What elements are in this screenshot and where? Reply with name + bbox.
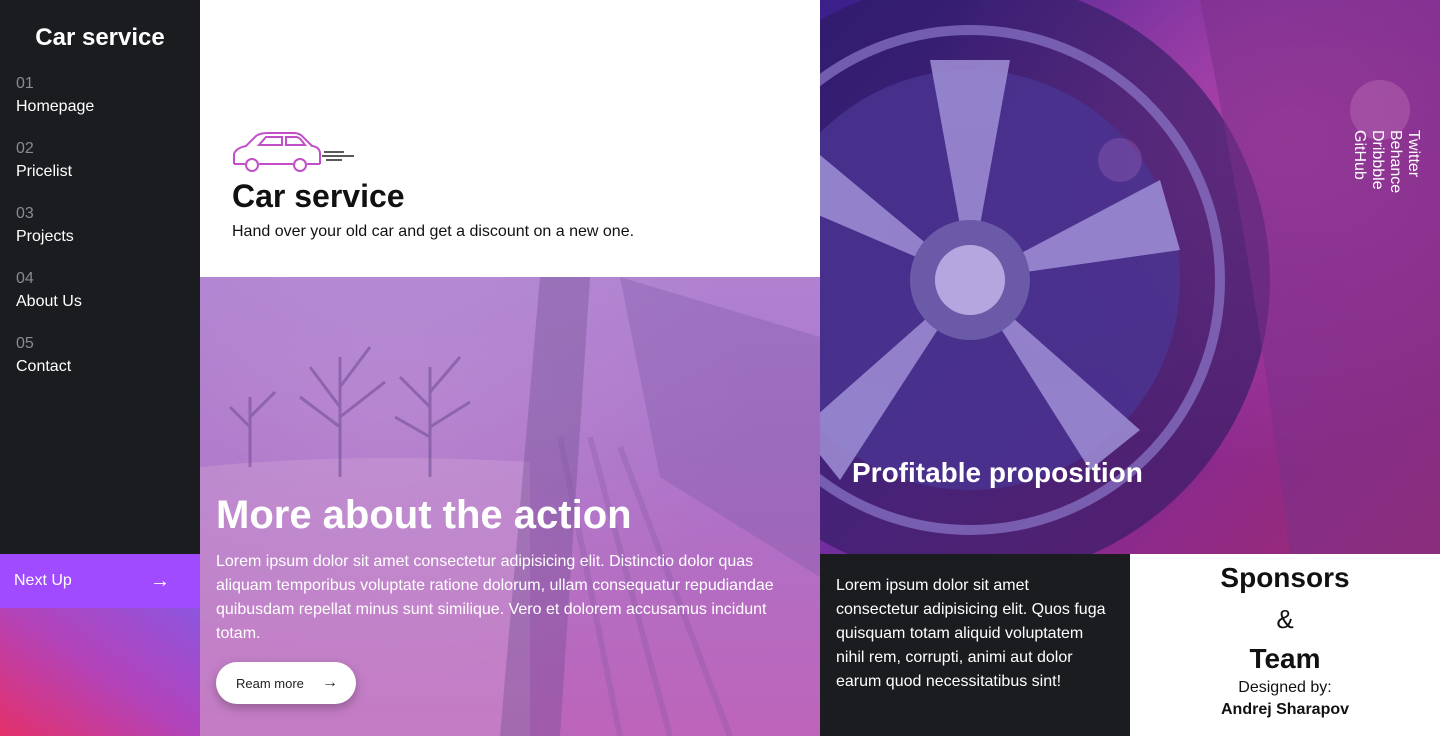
action-section: More about the action Lorem ipsum dolor … (200, 277, 820, 736)
action-text: Lorem ipsum dolor sit amet consectetur a… (216, 553, 774, 642)
read-more-button[interactable]: Ream more → (216, 662, 356, 704)
info-text: Lorem ipsum dolor sit amet consectetur a… (836, 577, 1106, 690)
gradient-block (0, 608, 200, 736)
nav-label: Pricelist (16, 163, 73, 180)
sidebar-item-projects[interactable]: 03 Projects (0, 192, 200, 257)
author-name[interactable]: Andrej Sharapov (1130, 701, 1440, 719)
sponsors-section: Sponsors & Team Designed by: Andrej Shar… (1130, 554, 1440, 736)
action-title: More about the action (216, 493, 632, 537)
next-up-label: Next Up (14, 572, 72, 589)
proposition-title: Profitable proposition (852, 457, 1143, 488)
read-more-label: Ream more (236, 675, 304, 691)
info-text-block: Lorem ipsum dolor sit amet consectetur a… (820, 554, 1130, 736)
arrow-right-icon: → (150, 569, 170, 592)
hero-subtitle: Hand over your old car and get a discoun… (232, 223, 635, 240)
hero-title: Car service (232, 178, 405, 214)
social-link-dribbble[interactable]: Dribbble (1368, 130, 1386, 193)
car-icon (233, 132, 354, 172)
sidebar-brand[interactable]: Car service (0, 0, 200, 62)
social-link-behance[interactable]: Behance (1386, 130, 1404, 193)
nav-number: 05 (16, 335, 34, 352)
sponsors-ampersand: & (1276, 604, 1294, 634)
sidebar-item-homepage[interactable]: 01 Homepage (0, 62, 200, 127)
nav-number: 02 (16, 140, 34, 157)
sponsors-title: Sponsors (1220, 562, 1350, 593)
arrow-right-icon: → (322, 674, 338, 691)
team-title: Team (1249, 643, 1321, 674)
nav-label: Contact (16, 358, 72, 375)
social-link-github[interactable]: GitHub (1350, 130, 1368, 193)
next-up-button[interactable]: Next Up → (0, 554, 200, 608)
wheel-panel: Twitter Behance Dribbble GitHub Profitab… (820, 0, 1440, 554)
social-link-twitter[interactable]: Twitter (1404, 130, 1422, 193)
nav-label: Homepage (16, 98, 95, 115)
sidebar-item-pricelist[interactable]: 02 Pricelist (0, 127, 200, 192)
sidebar-item-about-us[interactable]: 04 About Us (0, 257, 200, 322)
nav-label: About Us (16, 293, 82, 310)
nav-number: 03 (16, 205, 34, 222)
nav-number: 01 (16, 75, 34, 92)
sidebar: Car service 01 Homepage 02 Pricelist 03 … (0, 0, 200, 554)
nav-label: Projects (16, 228, 74, 245)
social-links: Twitter Behance Dribbble GitHub (1350, 130, 1422, 217)
designed-by-label: Designed by: (1238, 679, 1332, 696)
nav-number: 04 (16, 270, 34, 287)
sidebar-item-contact[interactable]: 05 Contact (0, 322, 200, 387)
hero-section: Car service Hand over your old car and g… (200, 0, 820, 277)
